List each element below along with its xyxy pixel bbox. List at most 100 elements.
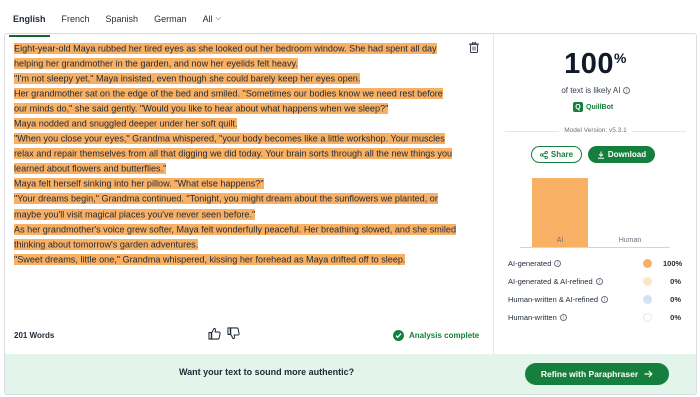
ai-highlight: "Your dreams begin," Grandma continued. … (14, 193, 438, 205)
text-line: Maya nodded and snuggled deeper under he… (14, 116, 466, 131)
ai-highlight: Her grandmother sat on the edge of the b… (14, 87, 443, 99)
text-line: learned about flowers and butterflies." (14, 162, 466, 177)
tab-spanish[interactable]: Spanish (98, 0, 147, 37)
feedback-buttons (208, 327, 240, 340)
text-line: relax and repair themselves from all tha… (14, 147, 466, 162)
legend-row: AI-generated i 100% (508, 254, 683, 272)
likely-ai-label: of text is likely AI i (494, 86, 697, 95)
ai-highlight: "Sweet dreams, little one," Grandma whis… (14, 253, 406, 265)
legend-row: Human-written i 0% (508, 308, 681, 326)
ai-highlight: Eight-year-old Maya rubbed her tired eye… (14, 42, 437, 54)
legend-value: 0% (670, 276, 681, 286)
text-line: our minds do," she said gently. "Would y… (14, 101, 466, 116)
model-version-text: Model Version: v5.3.1 (559, 127, 632, 134)
legend-swatch (643, 294, 652, 304)
legend-swatch (643, 258, 652, 268)
check-circle-icon (393, 330, 404, 341)
legend-text: AI-generated (508, 258, 552, 268)
text-line: maybe you'll visit magical places you've… (14, 207, 466, 222)
refine-label: Refine with Paraphraser (540, 369, 639, 379)
brand-name: QuillBot (586, 103, 614, 111)
classification-legend: AI-generated i 100% AI-generated & AI-refin… (508, 254, 683, 326)
download-label: Download (607, 150, 647, 159)
ai-highlight: our minds do," she said gently. "Would y… (14, 102, 389, 114)
percent-value: 100 (564, 48, 614, 80)
legend-row: AI-generated & AI-refined i 0% (508, 272, 681, 290)
thumbs-down-icon[interactable] (227, 327, 240, 340)
legend-text: Human-written & AI-refined (508, 294, 599, 304)
ai-highlight: As her grandmother's voice grew softer, … (14, 223, 456, 235)
quillbot-brand: Q QuillBot (573, 102, 613, 112)
ai-human-bar-chart (520, 168, 670, 248)
tab-label: German (154, 13, 187, 24)
trash-icon[interactable] (469, 42, 479, 53)
legend-value: 0% (670, 312, 681, 322)
tab-german[interactable]: German (146, 0, 195, 37)
ai-highlight: "I'm not sleepy yet," Maya insisted, eve… (14, 72, 361, 84)
text-line: helping her grandmother in the garden, a… (14, 56, 466, 71)
text-line: Maya felt herself sinking into her pillo… (14, 177, 466, 192)
text-line: "Your dreams begin," Grandma continued. … (14, 192, 466, 207)
status-text: Analysis complete (409, 331, 480, 340)
chevron-down-icon: ⌵ (215, 14, 221, 22)
tab-label: All (202, 13, 213, 24)
ai-highlight: "When you close your eyes," Grandma whis… (14, 133, 445, 145)
quillbot-logo-icon: Q (573, 102, 583, 112)
refine-with-paraphraser-button[interactable]: Refine with Paraphraser (525, 363, 669, 385)
tab-all-dropdown[interactable]: All ⌵ (195, 0, 229, 37)
info-icon[interactable]: i (595, 278, 603, 286)
legend-label: AI-generated & AI-refined i (508, 277, 643, 286)
info-icon[interactable]: i (601, 296, 609, 304)
share-icon (539, 150, 548, 159)
legend-label: Human-written i (508, 313, 643, 322)
model-version: Model Version: v5.3.1 (505, 127, 686, 134)
info-icon[interactable]: i (554, 260, 562, 268)
legend-text: AI-generated & AI-refined (508, 276, 593, 286)
percent-sign: % (613, 50, 627, 66)
panel-divider (493, 34, 494, 354)
download-button[interactable]: Download (588, 146, 655, 163)
share-label: Share (550, 150, 574, 159)
tab-label: English (13, 13, 46, 24)
legend-swatch (643, 276, 652, 286)
info-icon[interactable]: i (622, 87, 630, 95)
likely-text: of text is likely AI (561, 86, 621, 95)
tab-english[interactable]: English (5, 0, 54, 37)
thumbs-up-icon[interactable] (208, 327, 221, 340)
ai-highlight: maybe you'll visit magical places you've… (14, 208, 256, 220)
download-icon (597, 151, 604, 159)
text-line: Eight-year-old Maya rubbed her tired eye… (14, 41, 466, 56)
arrow-right-icon (644, 370, 653, 378)
text-line: "I'm not sleepy yet," Maya insisted, eve… (14, 71, 466, 86)
chart-baseline (520, 247, 670, 248)
ai-percentage: 100% (494, 48, 697, 81)
refine-banner: Want your text to sound more authentic? … (5, 354, 696, 394)
ai-highlight: Maya nodded and snuggled deeper under he… (14, 117, 238, 129)
text-editor[interactable]: Eight-year-old Maya rubbed her tired eye… (14, 41, 466, 267)
info-icon[interactable]: i (559, 314, 567, 322)
analysis-status: Analysis complete (393, 330, 479, 341)
text-line: "When you close your eyes," Grandma whis… (14, 132, 466, 147)
word-count: 201 Words (14, 331, 55, 340)
category-label: AI (556, 237, 564, 244)
text-line: As her grandmother's voice grew softer, … (14, 222, 466, 237)
share-button[interactable]: Share (531, 146, 582, 163)
tab-label: Spanish (105, 13, 139, 24)
text-line: "Sweet dreams, little one," Grandma whis… (14, 252, 466, 267)
ai-highlight: Maya felt herself sinking into her pillo… (14, 178, 264, 190)
ai-highlight: learned about flowers and butterflies." (14, 163, 167, 175)
legend-swatch (643, 312, 652, 322)
tab-label: French (61, 13, 90, 24)
legend-value: 100% (663, 258, 683, 268)
category-label: Human (618, 237, 642, 244)
legend-text: Human-written (508, 312, 557, 322)
ai-highlight: helping her grandmother in the garden, a… (14, 57, 298, 69)
ai-highlight: thinking about tomorrow's garden adventu… (14, 238, 199, 250)
language-tabs: English French Spanish German All ⌵ (0, 0, 700, 37)
tab-french[interactable]: French (54, 0, 98, 37)
text-line: Her grandmother sat on the edge of the b… (14, 86, 466, 101)
legend-row: Human-written & AI-refined i 0% (508, 290, 681, 308)
legend-label: Human-written & AI-refined i (508, 295, 643, 304)
banner-prompt: Want your text to sound more authentic? (179, 367, 355, 377)
legend-value: 0% (670, 294, 681, 304)
